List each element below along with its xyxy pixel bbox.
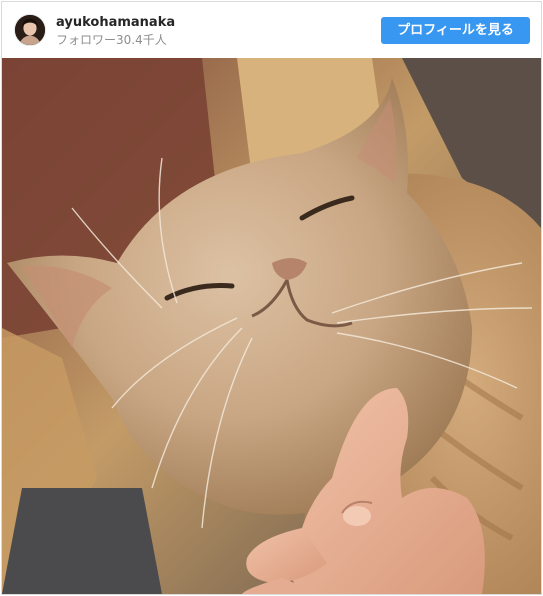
view-profile-button[interactable]: プロフィールを見る xyxy=(381,17,530,44)
follower-count: フォロワー30.4千人 xyxy=(56,33,167,47)
cat-photo xyxy=(2,58,541,594)
profile-avatar[interactable] xyxy=(14,14,46,46)
instagram-embed-card: ayukohamanaka フォロワー30.4千人 プロフィールを見る xyxy=(1,1,542,595)
avatar-image xyxy=(15,15,45,45)
post-header: ayukohamanaka フォロワー30.4千人 プロフィールを見る xyxy=(2,2,541,58)
post-photo[interactable] xyxy=(2,58,541,594)
username[interactable]: ayukohamanaka xyxy=(56,15,175,31)
